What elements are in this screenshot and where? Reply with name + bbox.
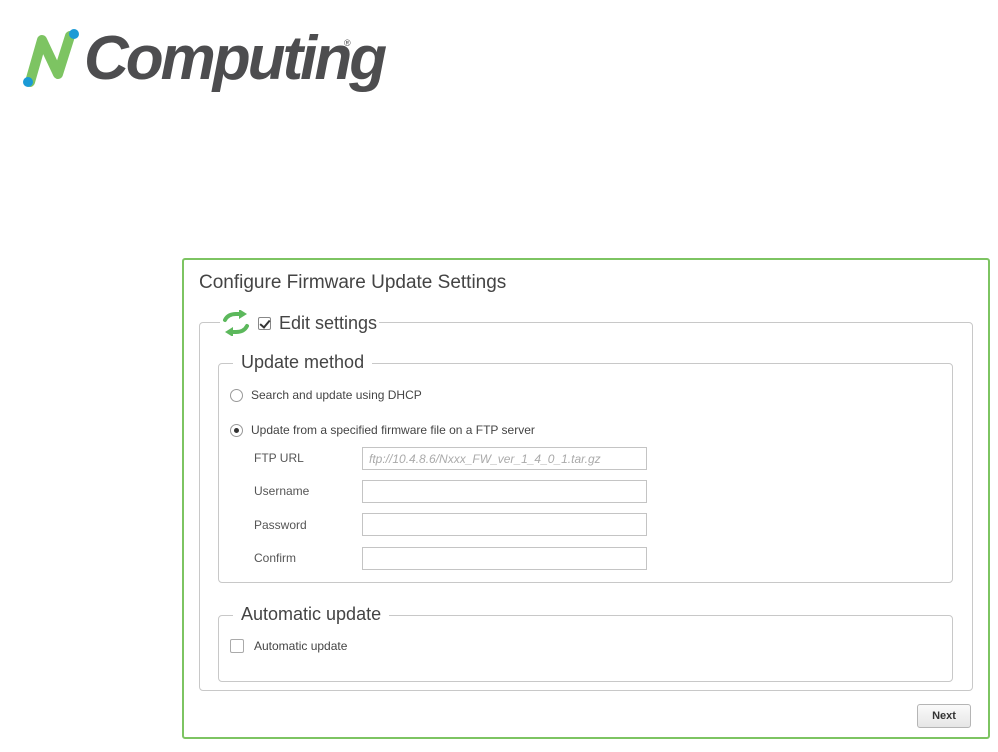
automatic-update-checkbox[interactable] xyxy=(230,639,244,653)
panel-title: Configure Firmware Update Settings xyxy=(199,272,507,293)
radio-option-dhcp[interactable]: Search and update using DHCP xyxy=(230,388,422,402)
confirm-label: Confirm xyxy=(254,551,297,565)
edit-settings-fieldset: Edit settings Update method Search and u… xyxy=(199,309,973,691)
automatic-update-option[interactable]: Automatic update xyxy=(230,639,347,653)
automatic-update-legend: Automatic update xyxy=(233,602,390,626)
registered-mark: ® xyxy=(344,38,351,48)
next-button[interactable]: Next xyxy=(917,704,971,728)
automatic-update-fieldset: Automatic update Automatic update xyxy=(218,602,953,682)
logo-wordmark: Computing xyxy=(84,24,387,93)
confirm-input[interactable] xyxy=(362,547,647,570)
edit-settings-label: Edit settings xyxy=(279,312,378,333)
automatic-update-label: Automatic update xyxy=(254,639,348,653)
radio-option-ftp[interactable]: Update from a specified firmware file on… xyxy=(230,423,535,437)
password-label: Password xyxy=(254,518,307,532)
logo-n-mark xyxy=(23,29,79,87)
ftp-url-input[interactable] xyxy=(362,447,647,470)
username-input[interactable] xyxy=(362,480,647,503)
radio-dhcp[interactable] xyxy=(230,388,243,402)
radio-ftp-label: Update from a specified firmware file on… xyxy=(251,423,535,437)
radio-dhcp-label: Search and update using DHCP xyxy=(251,388,422,402)
edit-settings-legend: Edit settings xyxy=(220,309,380,337)
ncomputing-logo: Computing ® xyxy=(20,24,387,94)
ftp-url-label: FTP URL xyxy=(254,451,304,465)
password-input[interactable] xyxy=(362,513,647,536)
username-label: Username xyxy=(254,484,310,498)
refresh-icon xyxy=(223,310,249,336)
edit-settings-checkbox[interactable] xyxy=(258,316,271,330)
firmware-update-panel: Configure Firmware Update Settings Edit … xyxy=(182,258,990,739)
update-method-legend: Update method xyxy=(233,350,373,374)
radio-ftp[interactable] xyxy=(230,423,243,437)
update-method-fieldset: Update method Search and update using DH… xyxy=(218,350,953,583)
